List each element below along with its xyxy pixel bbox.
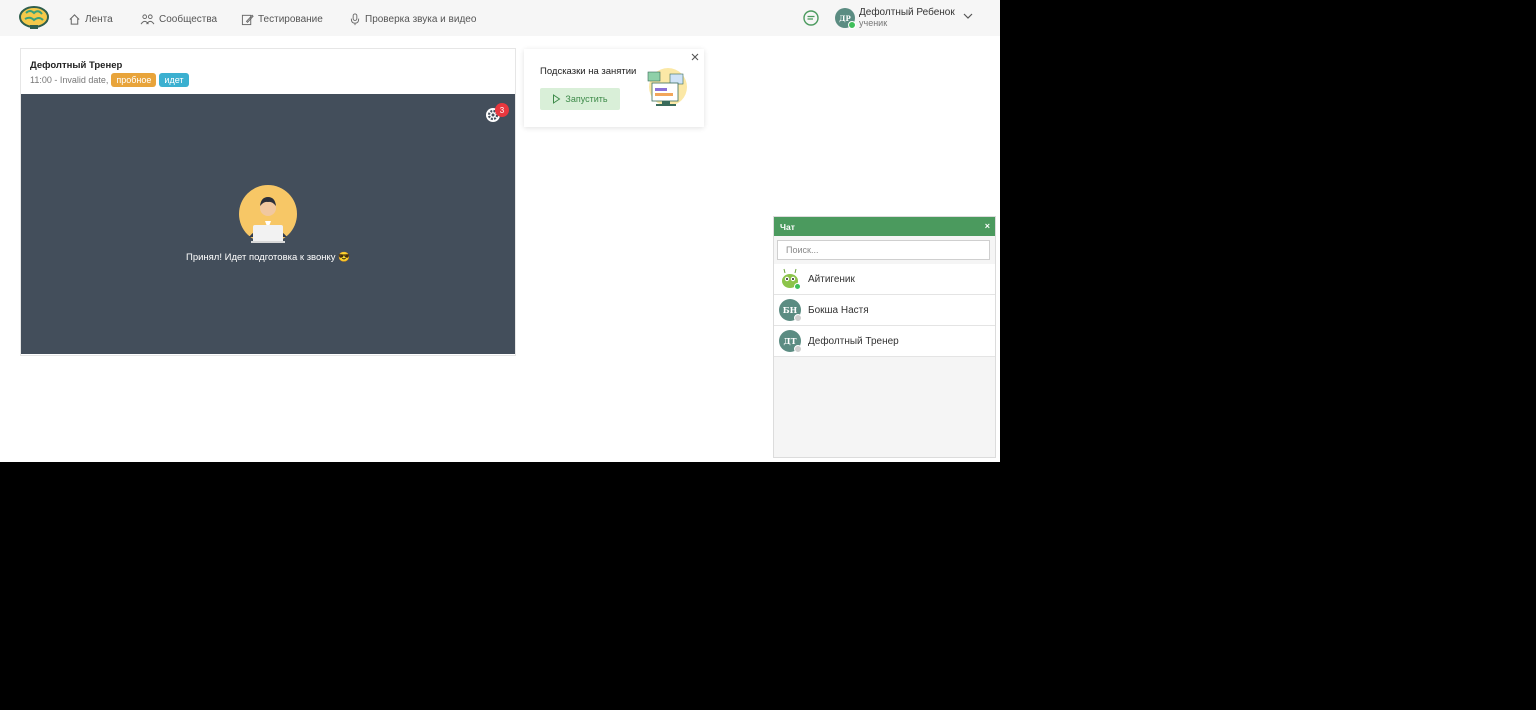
hints-popup: Подсказки на занятии Запустить xyxy=(524,49,704,127)
microphone-icon xyxy=(350,12,360,25)
avatar-initials: ДТ xyxy=(783,336,797,346)
user-name: Дефолтный Ребенок xyxy=(859,7,955,18)
trial-badge: пробное xyxy=(111,73,157,87)
nav-item-label: Сообщества xyxy=(159,13,218,25)
chat-contact-list: Айтигеник БН Бокша Настя ДТ Дефолтный Тр… xyxy=(774,264,995,357)
settings-count-badge: 3 xyxy=(495,103,509,117)
lesson-card: Дефолтный Тренер 11:00 - Invalid date, п… xyxy=(20,48,516,356)
start-hints-label: Запустить xyxy=(565,94,608,104)
close-chat-button[interactable]: × xyxy=(985,221,990,231)
video-area: 3 Принял! Идет подготовка к звонку 😎 xyxy=(21,94,515,354)
user-role: ученик xyxy=(859,18,888,28)
avatar-initials: БН xyxy=(782,305,798,315)
contact-name: Дефолтный Тренер xyxy=(808,335,899,347)
lesson-meta: 11:00 - Invalid date, пробное идет xyxy=(30,73,189,87)
nav-item-communities[interactable]: Сообщества xyxy=(140,10,217,28)
offline-status-dot xyxy=(794,345,802,353)
chat-title: Чат xyxy=(780,221,795,232)
nav-item-testing[interactable]: Тестирование xyxy=(241,10,323,28)
nav-item-label: Лента xyxy=(85,13,113,25)
chat-contact-item[interactable]: БН Бокша Настя xyxy=(774,295,995,326)
avatar: БН xyxy=(779,299,802,322)
nav-item-label: Тестирование xyxy=(258,13,323,25)
chat-search-input[interactable] xyxy=(777,240,990,260)
nav-item-label: Проверка звука и видео xyxy=(365,13,477,25)
hints-illustration-icon xyxy=(647,68,687,106)
play-icon xyxy=(553,94,561,104)
chat-toggle-icon[interactable] xyxy=(802,9,820,27)
top-navbar: Лента Сообщества Тестирование Проверка з… xyxy=(0,0,1000,36)
lesson-time: 11:00 - Invalid date, xyxy=(30,75,109,85)
user-menu[interactable]: ДР Дефолтный Ребенок ученик xyxy=(835,7,973,29)
app-window: Лента Сообщества Тестирование Проверка з… xyxy=(0,0,1000,462)
person-at-laptop-icon xyxy=(239,185,297,243)
contact-name: Айтигеник xyxy=(808,273,855,285)
offline-status-dot xyxy=(794,314,802,322)
status-badge: идет xyxy=(159,73,189,87)
bot-avatar-icon xyxy=(779,268,801,290)
community-icon xyxy=(140,13,155,24)
chat-contact-item[interactable]: Айтигеник xyxy=(774,264,995,295)
start-hints-button[interactable]: Запустить xyxy=(540,88,620,110)
chat-contact-item[interactable]: ДТ Дефолтный Тренер xyxy=(774,326,995,357)
avatar: ДР xyxy=(835,8,856,29)
chat-panel: Чат × Айтигеник БН xyxy=(773,216,996,458)
call-status-text: Принял! Идет подготовка к звонку 😎 xyxy=(185,252,351,263)
close-icon[interactable] xyxy=(690,52,700,62)
nav-item-feed[interactable]: Лента xyxy=(68,10,113,28)
online-status-dot xyxy=(848,21,856,29)
hints-title: Подсказки на занятии xyxy=(540,66,637,77)
brain-logo-icon[interactable] xyxy=(18,5,50,30)
edit-icon xyxy=(241,14,254,25)
trainer-name: Дефолтный Тренер xyxy=(30,60,123,71)
chat-header: Чат × xyxy=(774,217,995,236)
chevron-down-icon[interactable] xyxy=(963,11,973,21)
home-icon xyxy=(69,13,80,25)
nav-item-av-check[interactable]: Проверка звука и видео xyxy=(349,10,476,28)
avatar: ДТ xyxy=(779,330,802,353)
contact-name: Бокша Настя xyxy=(808,304,869,316)
